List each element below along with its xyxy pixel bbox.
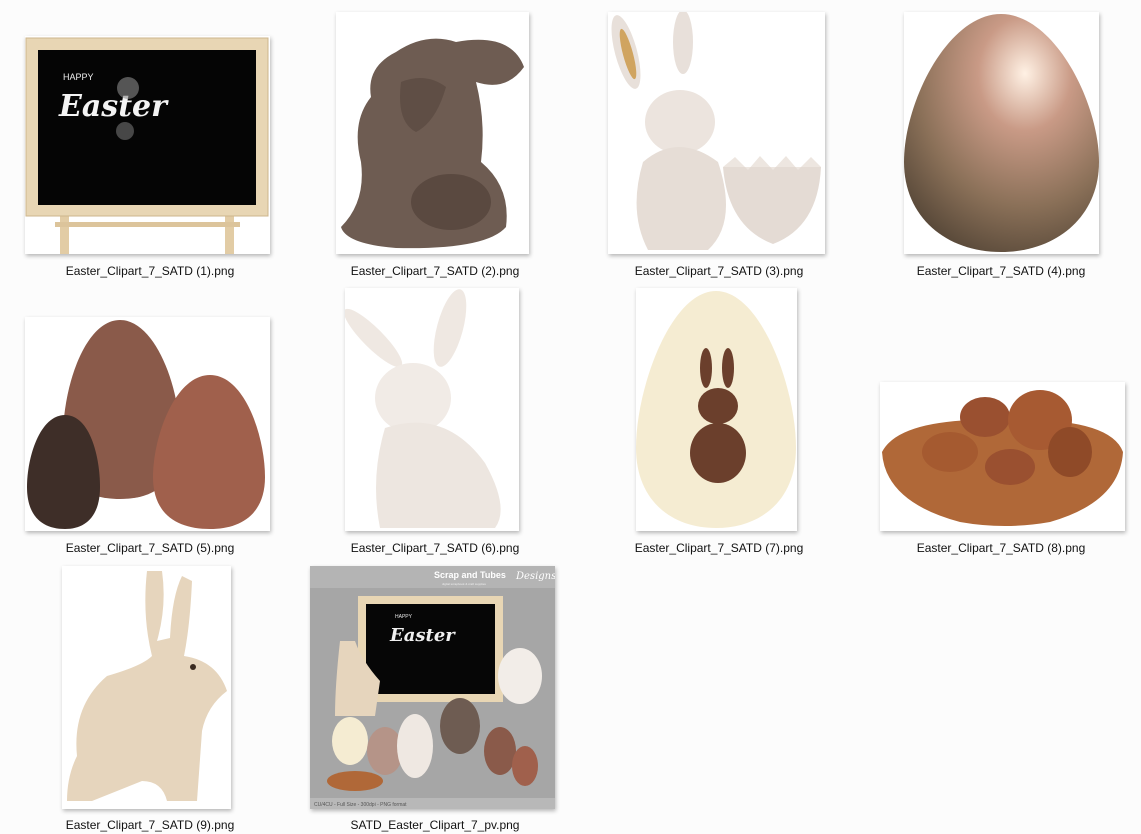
thumbnail-egg-cup-bunny[interactable] xyxy=(608,12,825,254)
thumbnail-wooden-bunny[interactable] xyxy=(62,566,231,809)
file-name: Easter_Clipart_7_SATD (4).png xyxy=(916,264,1086,278)
thumbnail-preview[interactable]: Scrap and Tubes Designs digital scrapboo… xyxy=(310,566,555,809)
white-bunny-image xyxy=(345,288,519,531)
preview-easter-text: Easter xyxy=(389,625,456,646)
file-name: Easter_Clipart_7_SATD (2).png xyxy=(350,264,520,278)
metallic-egg-image xyxy=(904,12,1099,254)
preview-brand-text: Scrap and Tubes xyxy=(434,570,506,580)
thumbnail-metallic-egg[interactable] xyxy=(904,12,1099,254)
file-name: Easter_Clipart_7_SATD (3).png xyxy=(634,264,804,278)
chocolate-eggs-image xyxy=(25,317,270,531)
preview-tagline: digital scrapbook & craft supplies xyxy=(442,582,486,586)
file-name: Easter_Clipart_7_SATD (7).png xyxy=(634,541,804,555)
file-name: Easter_Clipart_7_SATD (9).png xyxy=(65,818,235,832)
board-happy-text: HAPPY xyxy=(63,72,94,82)
white-chocolate-egg-image xyxy=(636,288,797,531)
thumbnail-chalkboard[interactable]: HAPPY Easter xyxy=(25,36,270,254)
thumbnail-chocolate-shell[interactable] xyxy=(880,382,1125,531)
file-name: SATD_Easter_Clipart_7_pv.png xyxy=(350,818,520,832)
chocolate-shell-image xyxy=(880,382,1125,531)
thumbnail-white-chocolate-egg[interactable] xyxy=(636,288,797,531)
thumbnail-white-bunny[interactable] xyxy=(345,288,519,531)
thumbnail-chocolate-bunny[interactable] xyxy=(336,12,529,254)
thumbnail-chocolate-eggs[interactable] xyxy=(25,317,270,531)
preview-collage-image: Scrap and Tubes Designs digital scrapboo… xyxy=(310,566,555,809)
wooden-bunny-image xyxy=(62,566,231,809)
board-easter-text: Easter xyxy=(58,89,169,124)
file-name: Easter_Clipart_7_SATD (6).png xyxy=(350,541,520,555)
file-name: Easter_Clipart_7_SATD (1).png xyxy=(65,264,235,278)
preview-footer-text: CU/4CU - Full Size - 300dpi - PNG format xyxy=(314,802,407,808)
chalkboard-easel-image: HAPPY Easter xyxy=(25,36,270,254)
file-name: Easter_Clipart_7_SATD (5).png xyxy=(65,541,235,555)
chocolate-bunny-image xyxy=(336,12,529,254)
preview-brand-script: Designs xyxy=(515,571,555,582)
file-name: Easter_Clipart_7_SATD (8).png xyxy=(916,541,1086,555)
egg-cup-bunny-image xyxy=(608,12,825,254)
preview-happy-text: HAPPY xyxy=(395,614,413,620)
